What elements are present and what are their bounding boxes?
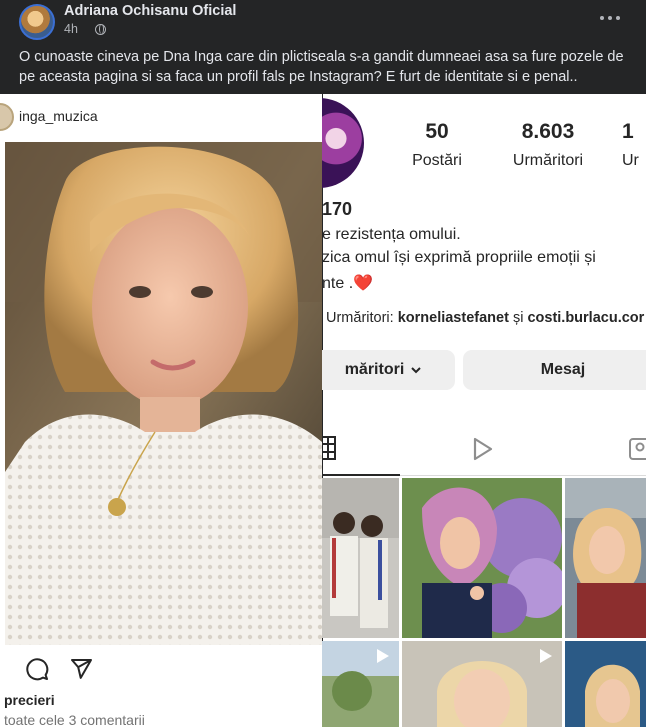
ig-avatar <box>0 103 14 131</box>
post-time[interactable]: 4h <box>64 22 78 36</box>
follower-link[interactable]: costi.burlacu.cor <box>527 310 644 326</box>
stat-value: 1 <box>622 120 634 143</box>
ig-post-actions <box>0 649 322 689</box>
stat-value: 50 <box>425 120 449 143</box>
more-options-button[interactable] <box>597 8 623 28</box>
author-name[interactable]: Adriana Ochisanu Oficial <box>64 3 236 19</box>
globe-icon <box>95 24 106 35</box>
grid-post[interactable] <box>402 641 562 727</box>
active-tab-indicator <box>322 474 400 476</box>
more-horizontal-icon <box>600 16 604 20</box>
tagged-icon[interactable] <box>627 436 646 462</box>
heart-icon: ❤️ <box>353 275 374 292</box>
stat-value: 8.603 <box>521 120 575 143</box>
profile-tabs <box>322 424 646 476</box>
author-avatar[interactable] <box>19 4 55 40</box>
reel-icon <box>540 649 552 663</box>
stat-followers[interactable]: 8.603 Urmăritori <box>508 120 588 170</box>
grid-post[interactable] <box>565 478 646 638</box>
ig-post-photo <box>5 142 322 645</box>
stat-label: Postări <box>412 152 462 169</box>
bio-line-text: nte . <box>322 275 354 292</box>
profile-name-fragment: 170 <box>322 199 353 219</box>
comment-icon[interactable] <box>25 657 49 681</box>
ig-username: inga_muzica <box>19 108 98 124</box>
instagram-profile-screenshot[interactable]: 50 Postări 8.603 Urmăritori 1 Ur 170 e r… <box>322 94 646 727</box>
grid-post[interactable] <box>565 641 646 727</box>
share-icon[interactable] <box>69 657 93 681</box>
profile-picture[interactable] <box>322 98 364 188</box>
grid-post[interactable] <box>402 478 562 638</box>
post-text: O cunoaste cineva pe Dna Inga care din p… <box>19 49 624 85</box>
grid-post[interactable] <box>322 641 399 727</box>
following-button[interactable]: măritori <box>322 350 455 390</box>
stat-label: Urmăritori <box>512 152 584 169</box>
bio-line-last: nte .❤️ <box>322 273 373 293</box>
followers-and: și <box>508 310 528 326</box>
ig-view-comments[interactable]: toate cele 3 comentarii <box>4 712 145 727</box>
ig-likes-text[interactable]: precieri <box>4 692 55 708</box>
grid-post[interactable] <box>322 478 399 638</box>
chevron-down-icon <box>411 367 421 374</box>
stat-following[interactable]: 1 Ur <box>622 120 646 170</box>
stat-label: Ur <box>622 152 639 169</box>
reel-icon <box>377 649 389 663</box>
bio-line: zica omul își exprimă propriile emoții ș… <box>322 249 596 266</box>
ig-post-header: inga_muzica <box>0 94 322 140</box>
stat-posts[interactable]: 50 Postări <box>412 120 462 170</box>
bio-line: e rezistența omului. <box>322 226 461 243</box>
followed-by[interactable]: Urmăritori: korneliastefanet și costi.bu… <box>326 310 644 326</box>
grid-icon[interactable] <box>322 436 336 460</box>
instagram-post-screenshot[interactable]: inga_muzica precieri toate cele 3 coment… <box>0 94 322 727</box>
post-header: Adriana Ochisanu Oficial 4h <box>0 0 646 44</box>
followers-prefix: Urmăritori: <box>326 310 398 326</box>
follower-link[interactable]: korneliastefanet <box>398 310 509 326</box>
following-label: măritori <box>344 361 405 378</box>
message-button[interactable]: Mesaj <box>463 350 646 390</box>
reels-icon[interactable] <box>469 436 495 462</box>
